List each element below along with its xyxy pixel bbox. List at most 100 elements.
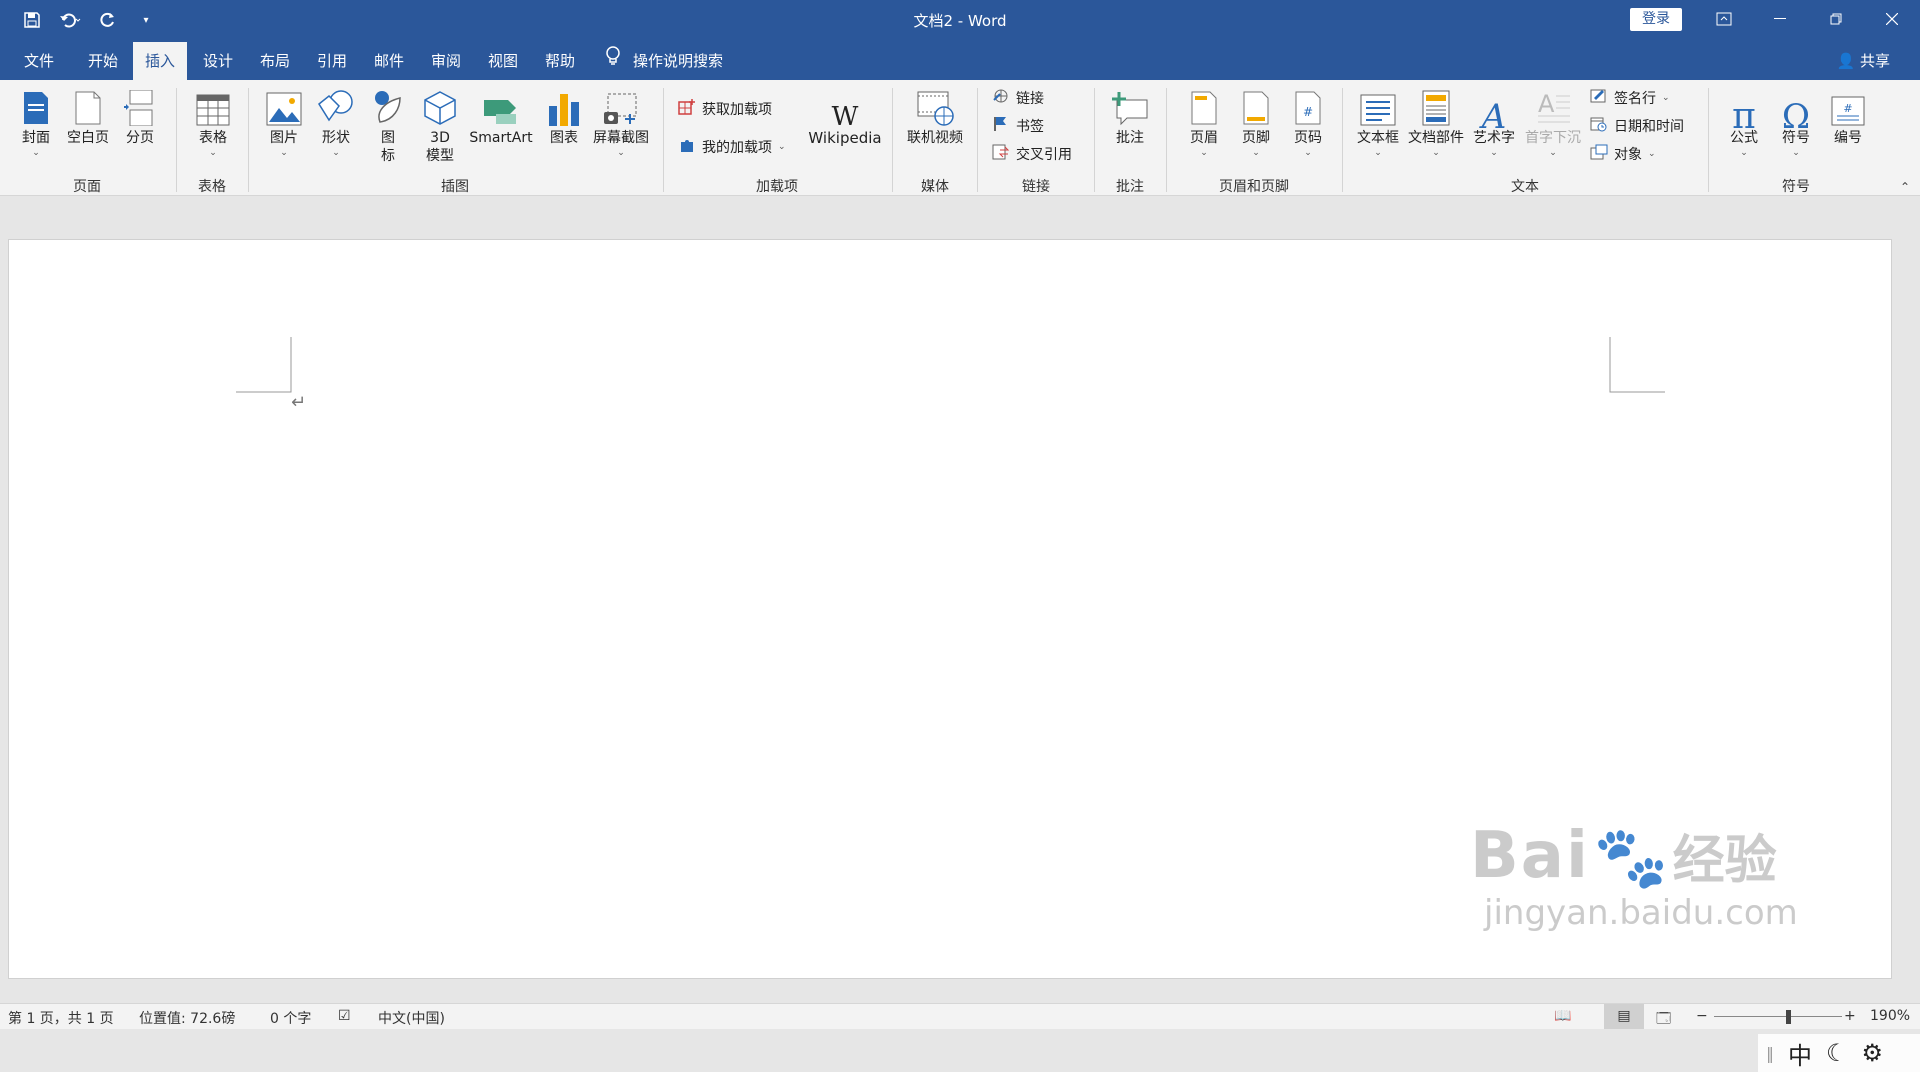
page-number-button[interactable]: # 页码 ⌄ [1288, 88, 1328, 159]
flag-icon [992, 116, 1010, 136]
new-comment-button[interactable]: 批注 [1108, 88, 1152, 147]
comment-icon [1108, 88, 1152, 126]
pi-icon: π [1732, 96, 1756, 137]
collapse-ribbon-icon[interactable]: ⌃ [1900, 180, 1910, 194]
wordart-button[interactable]: A 艺术字 ⌄ [1470, 88, 1518, 159]
cover-page-button[interactable]: 封面 ⌄ [18, 88, 54, 159]
vertical-position[interactable]: 位置值: 72.6磅 [139, 1008, 235, 1028]
share-button[interactable]: 👤 共享 [1837, 42, 1890, 80]
get-addins-button[interactable]: 获取加载项 [678, 98, 772, 120]
cover-page-label: 封面 [22, 130, 50, 146]
online-video-button[interactable]: 联机视频 [902, 88, 968, 147]
link-button[interactable]: 链接 [992, 88, 1044, 108]
page-count[interactable]: 第 1 页，共 1 页 [8, 1008, 114, 1028]
cover-page-icon [18, 88, 54, 126]
close-icon[interactable] [1864, 0, 1920, 38]
picture-button[interactable]: 图片 ⌄ [264, 88, 304, 159]
signature-line-button[interactable]: 签名行 ⌄ [1590, 88, 1670, 108]
numbering-button[interactable]: # 编号 [1826, 88, 1870, 147]
ime-toolbar: ‖ 中 ☾ ⚙ [1758, 1034, 1920, 1072]
settings-gear-icon[interactable]: ⚙ [1862, 1039, 1884, 1067]
zoom-in-icon[interactable]: + [1844, 1008, 1856, 1024]
ribbon-separator [1094, 88, 1095, 192]
svg-text:#: # [1303, 105, 1313, 119]
group-label-comments: 批注 [1116, 179, 1144, 195]
link-icon [992, 88, 1010, 108]
header-button[interactable]: 页眉 ⌄ [1184, 88, 1224, 159]
ribbon-separator [977, 88, 978, 192]
shapes-button[interactable]: 形状 ⌄ [316, 88, 356, 159]
web-layout-icon[interactable]: 🗔 [1656, 1008, 1671, 1032]
cross-reference-button[interactable]: 交叉引用 [992, 144, 1072, 164]
wikipedia-button[interactable]: W Wikipedia [805, 88, 885, 147]
word-count[interactable]: 0 个字 [270, 1008, 311, 1028]
restore-icon[interactable] [1808, 0, 1864, 38]
page-break-button[interactable]: 分页 [120, 88, 160, 147]
tab-review[interactable]: 审阅 [429, 42, 463, 80]
tell-me-search[interactable]: 操作说明搜索 [605, 42, 723, 80]
blank-page-button[interactable]: 空白页 [64, 88, 112, 147]
quick-parts-button[interactable]: 文档部件 ⌄ [1406, 88, 1466, 159]
equation-button[interactable]: π 公式 ⌄ [1722, 88, 1766, 159]
zoom-out-icon[interactable]: − [1696, 1008, 1708, 1024]
my-addins-button[interactable]: 我的加载项 ⌄ [678, 136, 786, 158]
zoom-slider[interactable] [1714, 1016, 1842, 1017]
ribbon-tabs: 文件 开始 插入 设计 布局 引用 邮件 审阅 视图 帮助 操作说明搜索 👤 共… [0, 42, 1920, 80]
bookmark-label: 书签 [1016, 119, 1044, 135]
tab-home[interactable]: 开始 [86, 42, 120, 80]
tab-design[interactable]: 设计 [201, 42, 235, 80]
screenshot-icon [590, 88, 652, 126]
login-button[interactable]: 登录 [1630, 8, 1682, 31]
print-layout-icon[interactable]: ▤ [1604, 1004, 1644, 1029]
tab-help[interactable]: 帮助 [543, 42, 577, 80]
ribbon-display-options-icon[interactable] [1696, 0, 1752, 38]
footer-button[interactable]: 页脚 ⌄ [1236, 88, 1276, 159]
object-button[interactable]: 对象 ⌄ [1590, 144, 1656, 164]
ime-handle-icon[interactable]: ‖ [1766, 1044, 1774, 1063]
table-button[interactable]: 表格 ⌄ [193, 88, 233, 159]
tab-file[interactable]: 文件 [22, 42, 56, 80]
ribbon-insert: 封面 ⌄ 空白页 分页 页面 表格 ⌄ 表格 图片 ⌄ 形状 ⌄ 图 标 3D 模型 S… [0, 80, 1920, 196]
wikipedia-label: Wikipedia [808, 129, 882, 147]
screenshot-button[interactable]: 屏幕截图 ⌄ [590, 88, 652, 159]
text-box-button[interactable]: 文本框 ⌄ [1354, 88, 1402, 159]
icons-button[interactable]: 图 标 [368, 88, 408, 165]
screenshot-label: 屏幕截图 [593, 130, 649, 146]
link-label: 链接 [1016, 91, 1044, 107]
page-break-icon [120, 88, 160, 126]
drop-cap-button[interactable]: A 首字下沉 ⌄ [1522, 88, 1584, 159]
minimize-icon[interactable] [1752, 0, 1808, 38]
zoom-slider-thumb[interactable] [1786, 1010, 1791, 1024]
tab-references[interactable]: 引用 [315, 42, 349, 80]
omega-icon: Ω [1781, 97, 1811, 137]
date-time-button[interactable]: 日期和时间 [1590, 116, 1684, 136]
online-video-label: 联机视频 [907, 130, 963, 146]
chart-button[interactable]: 图表 [544, 88, 584, 147]
blank-page-icon [64, 88, 112, 126]
zoom-level[interactable]: 190% [1870, 1008, 1910, 1024]
wikipedia-icon: W [831, 102, 859, 132]
tab-insert[interactable]: 插入 [133, 42, 187, 80]
tab-layout[interactable]: 布局 [258, 42, 292, 80]
bookmark-button[interactable]: 书签 [992, 116, 1044, 136]
group-label-pages: 页面 [73, 179, 101, 195]
header-icon [1184, 88, 1224, 126]
group-label-tables: 表格 [198, 179, 226, 195]
proofing-icon[interactable]: ☑ [338, 1008, 351, 1024]
smartart-button[interactable]: SmartArt [466, 88, 536, 147]
3d-models-button[interactable]: 3D 模型 [420, 88, 460, 165]
read-mode-icon[interactable]: 📖 [1554, 1008, 1571, 1024]
table-icon [193, 88, 233, 126]
tab-mailings[interactable]: 邮件 [372, 42, 406, 80]
signature-line-label: 签名行 [1614, 91, 1656, 107]
moon-icon[interactable]: ☾ [1826, 1039, 1848, 1067]
language[interactable]: 中文(中国) [378, 1008, 445, 1028]
symbol-button[interactable]: Ω 符号 ⌄ [1774, 88, 1818, 159]
text-box-label: 文本框 [1357, 130, 1399, 146]
tab-view[interactable]: 视图 [486, 42, 520, 80]
ribbon-separator [1342, 88, 1343, 192]
group-label-addins: 加载项 [756, 179, 798, 195]
share-label: 共享 [1859, 52, 1890, 70]
watermark-url: jingyan.baidu.com [1484, 893, 1798, 933]
ime-mode[interactable]: 中 [1788, 1036, 1812, 1071]
